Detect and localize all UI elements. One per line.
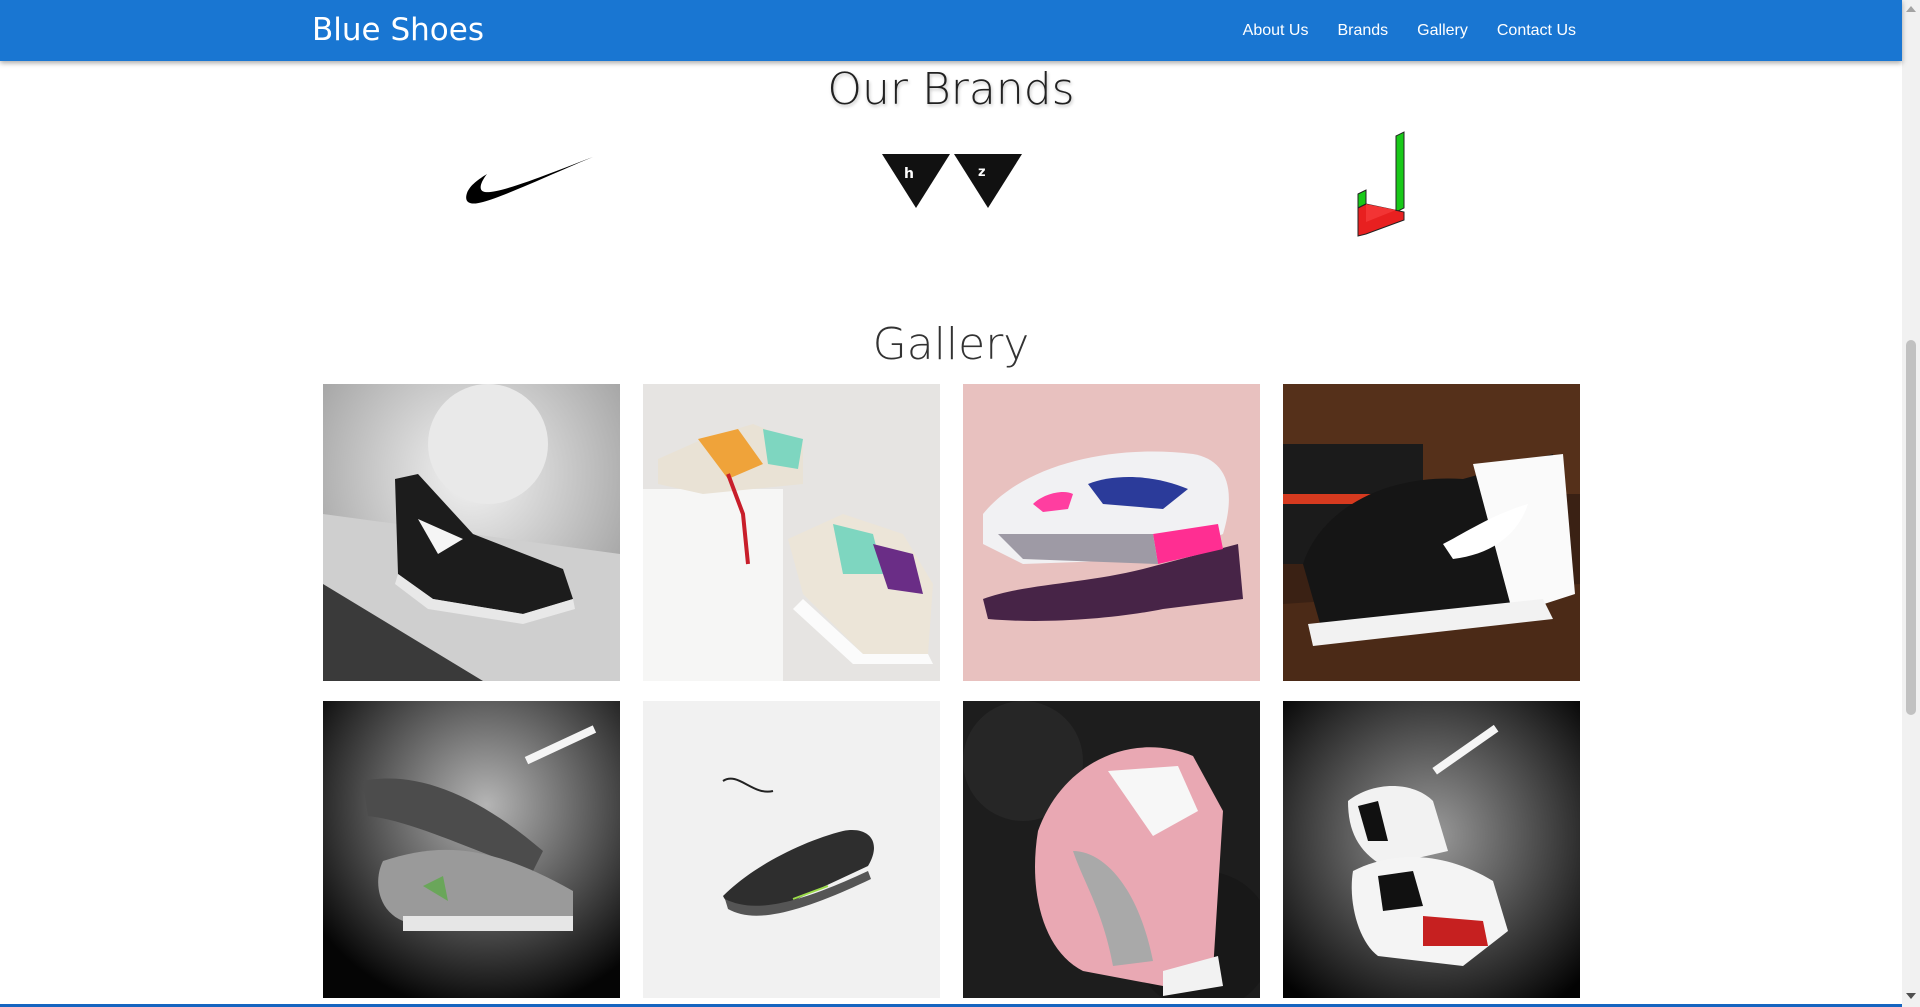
white-high-top-spotlight-photo [1283,701,1580,998]
black-sneaker-on-shelf-photo [323,384,620,681]
pink-sneaker-on-hand-photo [963,384,1260,681]
svg-text:z: z [978,165,986,180]
scroll-up-icon[interactable] [1906,6,1916,12]
gallery-image-8[interactable] [1283,701,1580,998]
colorful-sneakers-on-block-photo [643,384,940,681]
nav-links: About Us Brands Gallery Contact Us [1243,20,1576,42]
scrollbar-thumb[interactable] [1906,340,1916,715]
swoosh-logo [463,155,595,215]
nav-link-brands[interactable]: Brands [1337,20,1388,42]
grey-sneakers-spotlight-photo [323,701,620,998]
gallery-title: Gallery [872,319,1030,370]
triangles-logo: h z [880,150,1024,217]
svg-text:h: h [904,166,914,182]
brand-title[interactable]: Blue Shoes [312,10,484,50]
scroll-down-icon[interactable] [1906,993,1916,999]
nav-link-gallery[interactable]: Gallery [1417,20,1468,42]
gallery-image-7[interactable] [963,701,1260,998]
navbar: Blue Shoes About Us Brands Gallery Conta… [0,0,1902,61]
gallery-image-2[interactable] [643,384,940,681]
vertical-scrollbar[interactable] [1902,0,1920,1007]
pink-sneaker-on-fur-photo [963,701,1260,998]
gallery-image-4[interactable] [1283,384,1580,681]
stripes-logo [1354,130,1414,245]
nav-link-contact-us[interactable]: Contact Us [1497,20,1576,42]
nav-link-about-us[interactable]: About Us [1243,20,1309,42]
gallery-image-5[interactable] [323,701,620,998]
black-white-sneaker-with-book-photo [1283,384,1580,681]
brands-title: Our Brands [827,64,1075,115]
gallery-image-3[interactable] [963,384,1260,681]
gallery-image-1[interactable] [323,384,620,681]
floating-black-sneaker-photo [643,701,940,998]
gallery-image-6[interactable] [643,701,940,998]
